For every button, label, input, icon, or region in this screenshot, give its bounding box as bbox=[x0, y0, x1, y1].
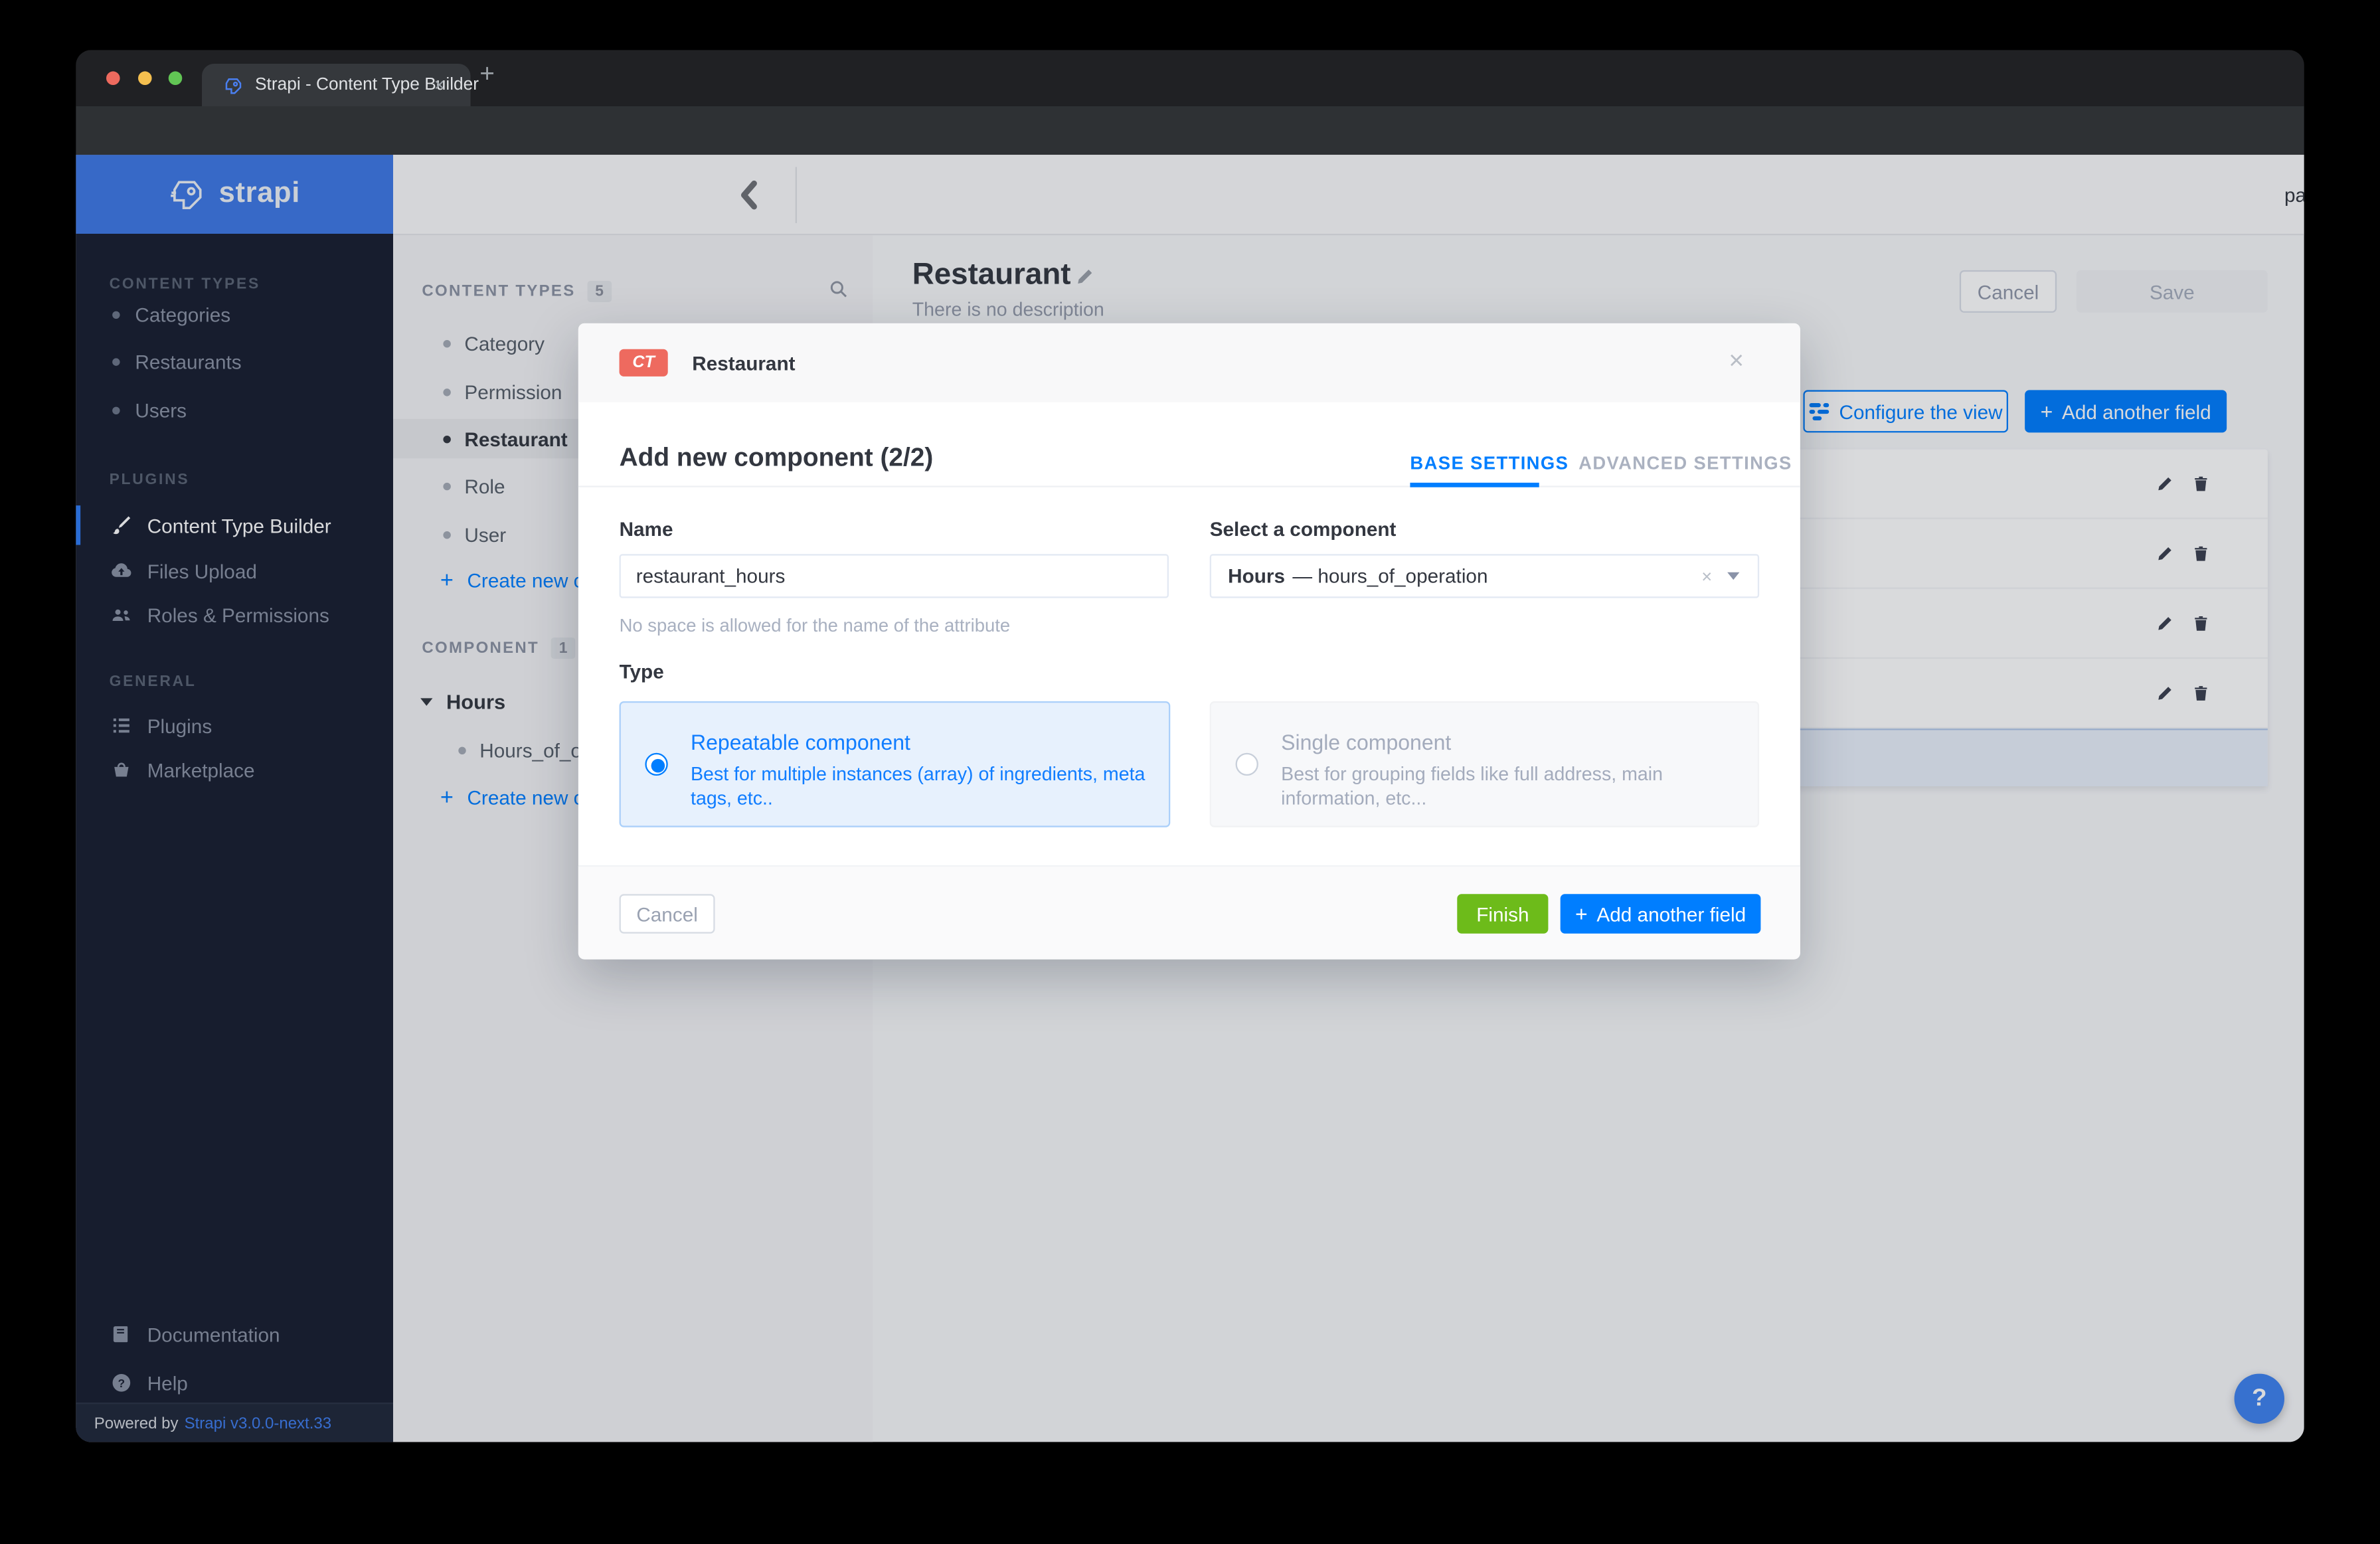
finish-button[interactable]: Finish bbox=[1457, 894, 1549, 934]
repeatable-component-option[interactable]: Repeatable component Best for multiple i… bbox=[619, 701, 1171, 827]
plus-icon: + bbox=[1574, 901, 1588, 926]
content-type-badge: CT bbox=[619, 349, 668, 377]
type-label: Type bbox=[619, 660, 664, 683]
modal-title: Add new component (2/2) bbox=[619, 443, 934, 472]
browser-toolbar: i localhost:1337/admin/plugins/content-t… bbox=[76, 106, 2304, 205]
strapi-admin-page: paulbocuse ▼ EN strapi CONTENT TYPES Cat… bbox=[76, 155, 2304, 1442]
select-caret-icon[interactable] bbox=[1727, 572, 1740, 580]
modal-footer: Cancel Finish + Add another field bbox=[578, 865, 1800, 960]
browser-tab[interactable]: Strapi - Content Type Builder × bbox=[201, 63, 479, 106]
radio-unselected-icon[interactable] bbox=[1235, 752, 1258, 776]
select-component-label: Select a component bbox=[1209, 517, 1397, 541]
browser-titlebar: Strapi - Content Type Builder × + bbox=[76, 50, 2304, 106]
repeatable-description: Best for multiple instances (array) of i… bbox=[690, 763, 1146, 809]
select-value-uid: — hours_of_operation bbox=[1292, 564, 1488, 588]
select-value-name: Hours bbox=[1228, 564, 1285, 588]
modal-cancel-button[interactable]: Cancel bbox=[619, 894, 715, 934]
select-clear-icon[interactable]: × bbox=[1701, 565, 1712, 586]
window-minimize-button[interactable] bbox=[137, 71, 152, 85]
tab-close-icon[interactable]: × bbox=[434, 74, 445, 96]
modal-add-another-field-button[interactable]: + Add another field bbox=[1560, 894, 1761, 934]
tab-base-settings[interactable]: BASE SETTINGS bbox=[1410, 452, 1569, 473]
add-component-modal: CT Restaurant × Add new component (2/2) … bbox=[578, 323, 1800, 960]
component-select[interactable]: Hours — hours_of_operation × bbox=[1209, 554, 1760, 598]
strapi-favicon bbox=[225, 78, 242, 94]
modal-header-title: Restaurant bbox=[692, 352, 796, 375]
name-input[interactable] bbox=[619, 554, 1169, 598]
modal-close-icon[interactable]: × bbox=[1729, 346, 1744, 377]
tabs-divider bbox=[578, 485, 1800, 487]
name-hint: No space is allowed for the name of the … bbox=[619, 614, 1011, 636]
radio-selected-icon[interactable] bbox=[645, 752, 668, 776]
single-title: Single component bbox=[1281, 730, 1452, 754]
single-component-option[interactable]: Single component Best for grouping field… bbox=[1209, 701, 1760, 827]
name-label: Name bbox=[619, 517, 673, 541]
browser-window: Strapi - Content Type Builder × + i loca… bbox=[76, 50, 2304, 1442]
window-zoom-button[interactable] bbox=[168, 71, 183, 85]
single-description: Best for grouping fields like full addre… bbox=[1281, 763, 1663, 809]
tab-advanced-settings[interactable]: ADVANCED SETTINGS bbox=[1578, 452, 1792, 473]
new-tab-button[interactable]: + bbox=[479, 59, 495, 90]
modal-header: CT Restaurant × bbox=[578, 323, 1800, 402]
active-tab-underline bbox=[1410, 482, 1539, 487]
tab-title: Strapi - Content Type Builder bbox=[254, 76, 479, 94]
repeatable-title: Repeatable component bbox=[690, 730, 910, 754]
window-close-button[interactable] bbox=[106, 71, 120, 85]
